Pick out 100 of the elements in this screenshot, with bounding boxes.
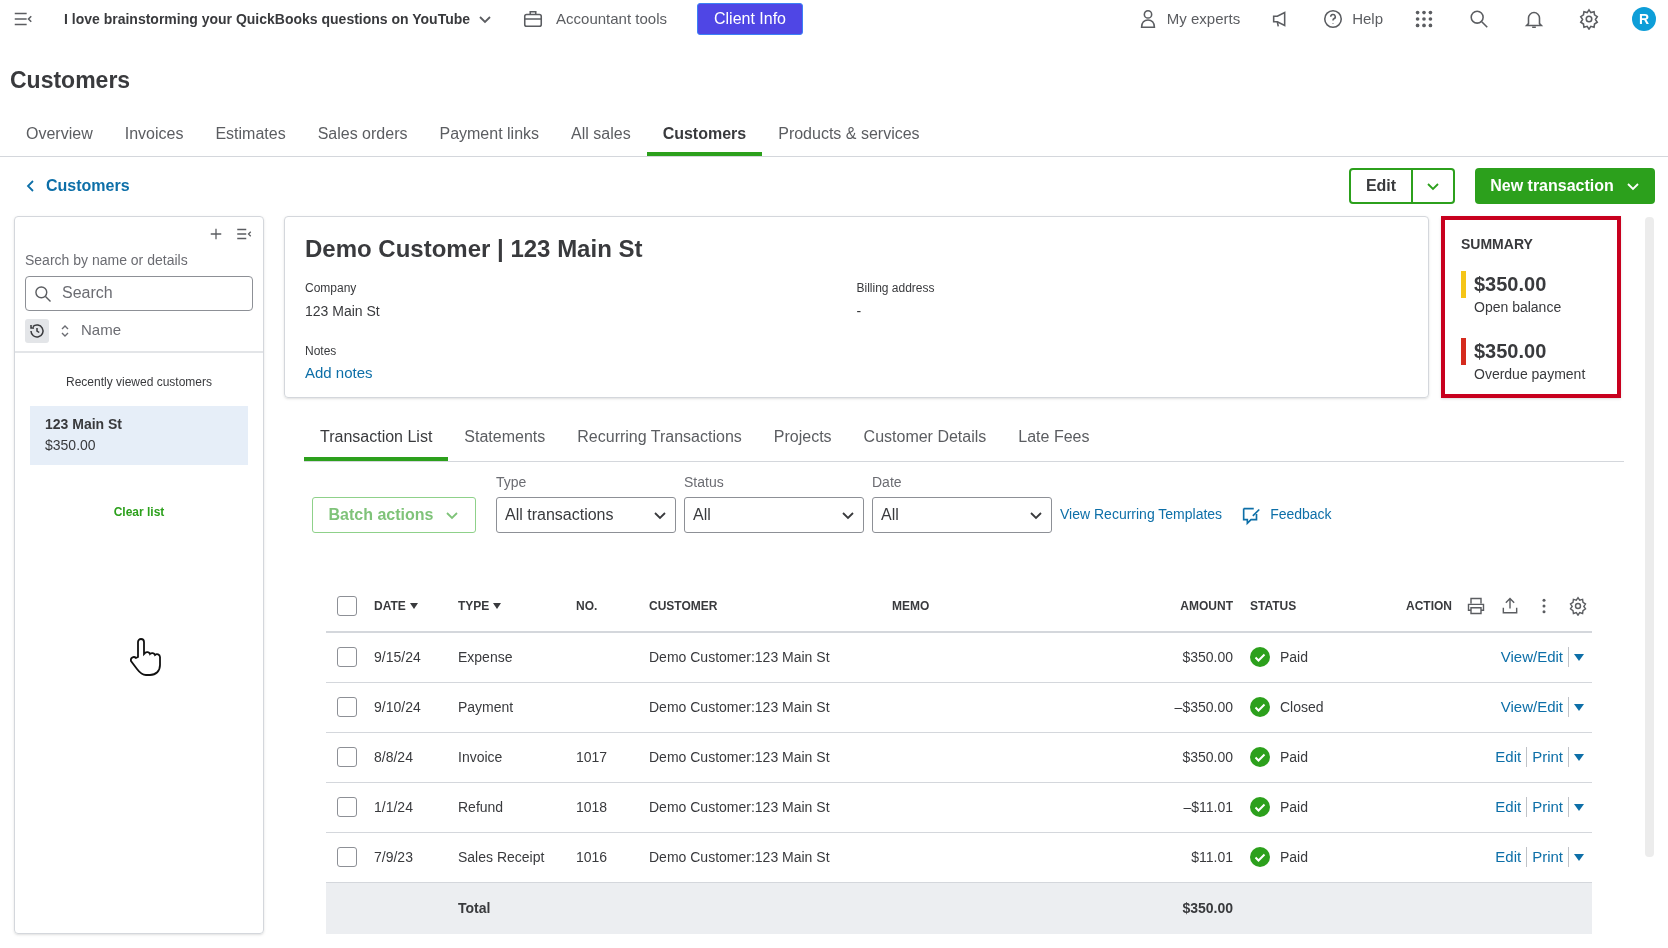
printer-icon[interactable] [1466, 595, 1486, 616]
nav-tab[interactable]: Sales orders [301, 115, 424, 156]
field-value: 123 Main St [305, 301, 381, 321]
customer-name: Demo Customer | 123 Main St [305, 233, 644, 264]
search-icon[interactable] [33, 283, 53, 304]
filter-dropdown[interactable]: All [872, 496, 1052, 533]
amount-cell: $350.00 [1182, 748, 1233, 765]
status-cell-text: Closed [1280, 697, 1324, 717]
date-cell-text: 9/15/24 [374, 647, 422, 667]
nav-tab[interactable]: Customers [646, 115, 763, 156]
row-checkbox[interactable] [337, 697, 357, 717]
accountant-tools-button[interactable]: Accountant tools [522, 7, 667, 31]
column-header[interactable]: DATE [374, 596, 418, 615]
customer-cell-text: Demo Customer:123 Main St [649, 747, 831, 767]
date-cell-text: 1/1/24 [374, 797, 414, 817]
dropdown-arrow-icon[interactable] [1574, 653, 1584, 661]
type-cell-text: Payment [458, 697, 515, 717]
dropdown-arrow-icon[interactable] [1574, 703, 1584, 711]
add-notes-link[interactable]: Add notes [305, 361, 373, 384]
nav-tab[interactable]: Products & services [762, 115, 936, 156]
summary-title: SUMMARY [1461, 234, 1534, 254]
action-link[interactable]: Print [1532, 745, 1563, 769]
action-link[interactable]: Edit [1495, 795, 1522, 819]
dropdown-arrow-icon[interactable] [1574, 753, 1584, 761]
my-experts-button[interactable]: My experts [1136, 7, 1241, 31]
column-header[interactable]: TYPE [458, 596, 502, 615]
recurring-templates-link[interactable]: View Recurring Templates [1060, 496, 1223, 533]
nav-tab[interactable]: Estimates [199, 115, 302, 156]
detail-tab[interactable]: Transaction List [304, 417, 449, 461]
briefcase-icon [522, 8, 545, 30]
status-cell-text: Paid [1280, 847, 1309, 867]
filter-dropdown[interactable]: All transactions [496, 496, 676, 533]
date-cell-text: 8/8/24 [374, 747, 414, 767]
dropdown-arrow-icon[interactable] [1574, 803, 1584, 811]
help-icon[interactable] [1322, 8, 1345, 30]
settings-icon[interactable] [1568, 595, 1588, 616]
filter-label: Date [872, 472, 903, 492]
recent-history-icon[interactable] [25, 318, 49, 343]
apps-grid-icon[interactable] [1413, 8, 1435, 30]
field-label: Company [305, 279, 358, 297]
column-header[interactable]: AMOUNT [1180, 596, 1233, 615]
back-link[interactable]: Customers [24, 173, 130, 198]
company-selector[interactable]: I love brainstorming your QuickBooks questions on YouTube [64, 8, 493, 30]
action-link[interactable]: Print [1532, 795, 1563, 819]
recent-heading: Recently viewed customers [64, 373, 214, 391]
action-link[interactable]: View/Edit [1500, 645, 1563, 669]
nav-tab[interactable]: All sales [555, 115, 647, 156]
feedback-link[interactable]: Feedback [1240, 496, 1332, 533]
detail-tab[interactable]: Customer Details [847, 417, 1003, 461]
date-cell-text: 9/10/24 [374, 697, 422, 717]
search-icon[interactable] [1468, 8, 1490, 30]
detail-tab[interactable]: Recurring Transactions [561, 417, 758, 461]
customer-cell-text: Demo Customer:123 Main St [649, 647, 831, 667]
select-all-checkbox[interactable] [337, 595, 357, 616]
row-checkbox[interactable] [337, 847, 357, 867]
row-checkbox[interactable] [337, 747, 357, 767]
action-link[interactable]: View/Edit [1500, 695, 1563, 719]
dropdown-arrow-icon[interactable] [1574, 853, 1584, 861]
number-cell: 1018 [576, 798, 608, 815]
amount-cell: –$350.00 [1174, 698, 1233, 715]
client-info-button[interactable]: Client Info [696, 3, 803, 35]
detail-tab[interactable]: Statements [448, 417, 562, 461]
help-button[interactable]: Help [1322, 7, 1383, 31]
nav-tab[interactable]: Payment links [423, 115, 556, 156]
page-title: Customers [9, 66, 132, 95]
action-link[interactable]: Edit [1495, 745, 1522, 769]
type-cell-text: Refund [458, 797, 505, 817]
column-header[interactable]: NO. [576, 596, 598, 615]
detail-tab[interactable]: Late Fees [1002, 417, 1106, 461]
hand-cursor-icon [128, 637, 162, 677]
action-link[interactable]: Print [1532, 845, 1563, 869]
settings-icon[interactable] [1578, 8, 1600, 30]
sort-by-name[interactable]: Name [61, 319, 121, 342]
nav-tab[interactable]: Overview [10, 115, 109, 156]
edit-button[interactable]: Edit [1349, 167, 1413, 204]
column-header[interactable]: STATUS [1250, 596, 1297, 615]
amount-cell: $350.00 [1182, 648, 1233, 665]
column-header[interactable]: ACTION [1406, 596, 1452, 615]
action-link[interactable]: Edit [1495, 845, 1522, 869]
number-cell: 1016 [576, 848, 608, 865]
column-header[interactable]: CUSTOMER [649, 596, 718, 615]
status-cell-text: Paid [1280, 747, 1309, 767]
sort-icon [61, 324, 69, 337]
export-icon[interactable] [1500, 595, 1520, 616]
sort-down-icon [409, 602, 418, 609]
field-value: - [856, 301, 863, 321]
clear-list-link[interactable]: Clear list [113, 502, 165, 521]
column-header[interactable]: MEMO [892, 596, 930, 615]
row-checkbox[interactable] [337, 797, 357, 817]
search-field[interactable]: Search [25, 275, 253, 311]
filter-dropdown[interactable]: All [684, 496, 864, 533]
recent-customer-item[interactable]: 123 Main St $350.00 [30, 405, 248, 465]
notes-label: Notes [305, 342, 338, 360]
nav-tab[interactable]: Invoices [108, 115, 200, 156]
detail-tab[interactable]: Projects [757, 417, 848, 461]
type-cell-text: Invoice [458, 747, 504, 767]
edit-dropdown-button[interactable] [1413, 167, 1455, 204]
customer-cell-text: Demo Customer:123 Main St [649, 847, 831, 867]
summary-amount: $350.00 [1474, 338, 1548, 364]
row-checkbox[interactable] [337, 647, 357, 667]
